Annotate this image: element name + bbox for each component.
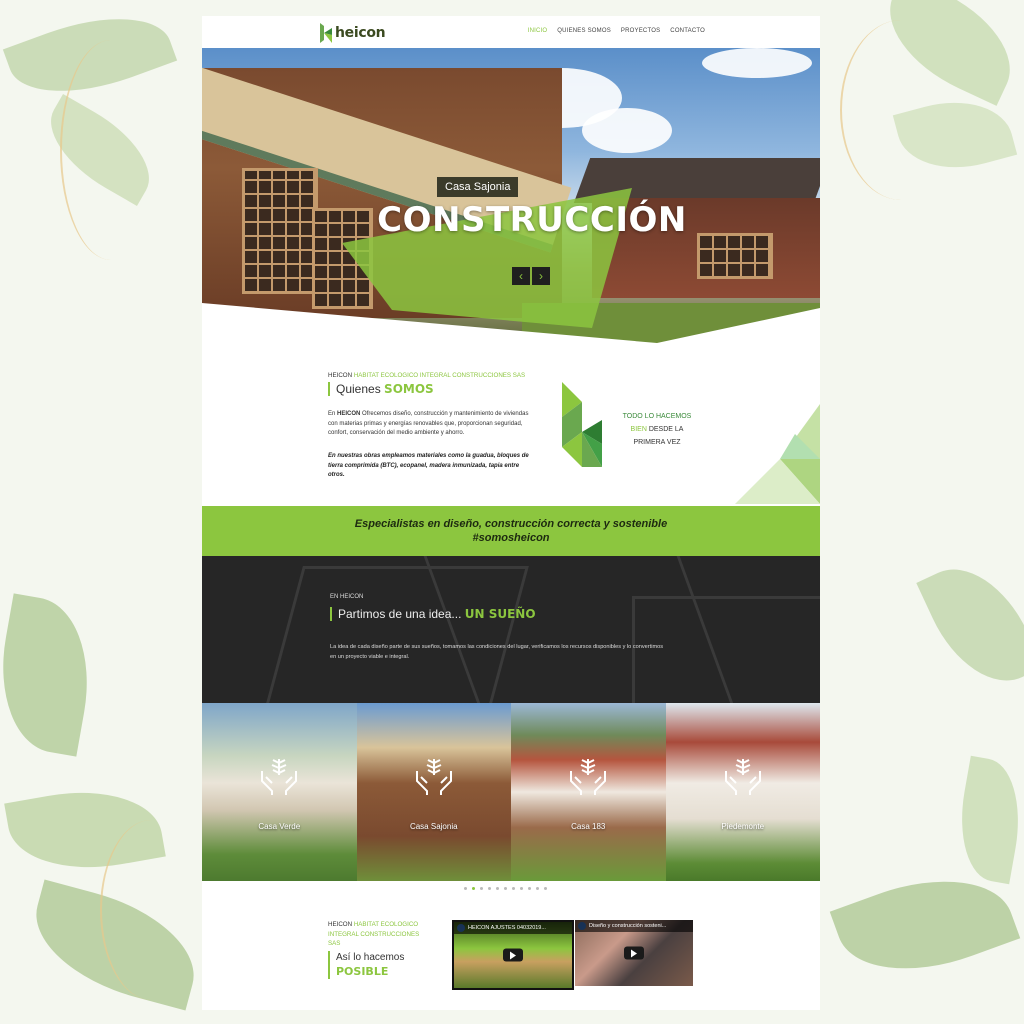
- project-card[interactable]: Casa 183: [511, 703, 666, 881]
- carousel-dot[interactable]: [504, 887, 507, 890]
- hero-arrows: ‹ ›: [512, 267, 550, 285]
- dream-section: EN HEICON Partimos de una idea... UN SUE…: [202, 556, 820, 703]
- eyebrow-brand: HEICON: [328, 372, 353, 379]
- about-title: Quienes SOMOS: [328, 382, 434, 396]
- eyebrow-company: HABITAT ECOLOGICO INTEGRAL CONSTRUCCIONE…: [353, 372, 526, 379]
- slogan-line-3: PRIMERA VEZ: [633, 439, 681, 446]
- video-title: Diseño y construcción sosteni...: [575, 920, 693, 932]
- bottom-eyebrow: HEICON HABITAT ECOLOGICO INTEGRAL CONSTR…: [328, 920, 428, 949]
- dream-title-bold: UN SUEÑO: [464, 607, 536, 621]
- logo-text: heicon: [335, 25, 386, 41]
- play-button-icon[interactable]: [624, 946, 644, 960]
- carousel-dot[interactable]: [488, 887, 491, 890]
- logo-icon: [320, 23, 332, 43]
- dream-title-plain: Partimos de una idea...: [338, 607, 462, 621]
- site-header: heicon INICIO QUIENES SOMOS PROYECTOS CO…: [202, 16, 820, 48]
- next-arrow-button[interactable]: ›: [532, 267, 550, 285]
- about-paragraph-1: En HEICON Ofrecemos diseño, construcción…: [328, 411, 529, 437]
- about-brand: HEICON: [337, 411, 361, 417]
- website-page: heicon INICIO QUIENES SOMOS PROYECTOS CO…: [202, 16, 820, 1010]
- about-slogan: TODO LO HACEMOS BIEN DESDE LA PRIMERA VE…: [612, 410, 702, 449]
- carousel-dots: [464, 887, 547, 890]
- hands-plant-icon: [415, 759, 452, 795]
- nav-item-inicio[interactable]: INICIO: [528, 28, 548, 34]
- dream-text: La idea de cada diseño parte de sus sueñ…: [330, 644, 664, 660]
- carousel-dot[interactable]: [512, 887, 515, 890]
- nav-item-proyectos[interactable]: PROYECTOS: [621, 28, 660, 34]
- carousel-dot[interactable]: [480, 887, 483, 890]
- dream-title: Partimos de una idea... UN SUEÑO: [330, 607, 536, 621]
- project-name: Casa Verde: [258, 822, 301, 831]
- carousel-dot[interactable]: [472, 887, 475, 890]
- about-title-bold: SOMOS: [384, 382, 434, 396]
- carousel-dot[interactable]: [496, 887, 499, 890]
- hands-plant-icon: [261, 759, 298, 795]
- carousel-dot[interactable]: [464, 887, 467, 890]
- video-thumbnail[interactable]: Diseño y construcción sosteni...: [575, 920, 693, 986]
- nav-item-quienes-somos[interactable]: QUIENES SOMOS: [557, 28, 611, 34]
- project-name: Piedemonte: [721, 822, 765, 831]
- play-button-icon[interactable]: [503, 948, 523, 962]
- slogan-bien: BIEN: [630, 426, 647, 433]
- nav-item-contacto[interactable]: CONTACTO: [670, 28, 705, 34]
- about-section: HEICON HABITAT ECOLOGICO INTEGRAL CONSTR…: [202, 346, 820, 506]
- logo[interactable]: heicon: [320, 22, 386, 44]
- hands-plant-icon: [724, 759, 761, 795]
- carousel-dot[interactable]: [536, 887, 539, 890]
- slogan-desde: DESDE LA: [648, 426, 684, 433]
- bottom-title: Así lo hacemos POSIBLE: [328, 951, 404, 979]
- prev-arrow-button[interactable]: ‹: [512, 267, 530, 285]
- hero-title: CONSTRUCCIÓN: [377, 200, 687, 240]
- about-eyebrow: HEICON HABITAT ECOLOGICO INTEGRAL CONSTR…: [328, 372, 525, 379]
- video-title: HEICON AJUSTES 04032019...: [454, 922, 572, 934]
- projects-carousel: Casa Verde Casa Sajonia Casa 183 Piedemo…: [202, 703, 820, 881]
- hero-label: Casa Sajonia: [437, 177, 519, 197]
- carousel-dot[interactable]: [528, 887, 531, 890]
- carousel-dot[interactable]: [520, 887, 523, 890]
- bottom-eyebrow-brand: HEICON: [328, 921, 353, 928]
- project-card[interactable]: Casa Verde: [202, 703, 357, 881]
- video-thumbnail[interactable]: HEICON AJUSTES 04032019...: [452, 920, 574, 990]
- tagline-text: Especialistas en diseño, construcción co…: [354, 518, 668, 544]
- project-name: Casa 183: [571, 822, 606, 831]
- bottom-title-bold: POSIBLE: [336, 965, 389, 978]
- heicon-emblem-icon: [562, 382, 602, 467]
- main-nav: INICIO QUIENES SOMOS PROYECTOS CONTACTO: [528, 28, 705, 34]
- project-card[interactable]: Casa Sajonia: [356, 703, 511, 881]
- bottom-title-plain: Así lo hacemos: [336, 952, 405, 963]
- tagline-band: Especialistas en diseño, construcción co…: [202, 506, 820, 562]
- about-paragraph-2: En nuestras obras empleamos materiales c…: [328, 453, 529, 479]
- hands-plant-icon: [570, 759, 607, 795]
- carousel-dot[interactable]: [544, 887, 547, 890]
- triangles-decor: [735, 404, 820, 504]
- about-title-plain: Quienes: [336, 382, 381, 396]
- slogan-line-1: TODO LO HACEMOS: [622, 413, 692, 420]
- hero-slider: Casa Sajonia CONSTRUCCIÓN ‹ ›: [202, 48, 820, 343]
- dream-eyebrow: EN HEICON: [330, 594, 364, 600]
- project-card[interactable]: Piedemonte: [665, 703, 820, 881]
- project-name: Casa Sajonia: [409, 822, 458, 831]
